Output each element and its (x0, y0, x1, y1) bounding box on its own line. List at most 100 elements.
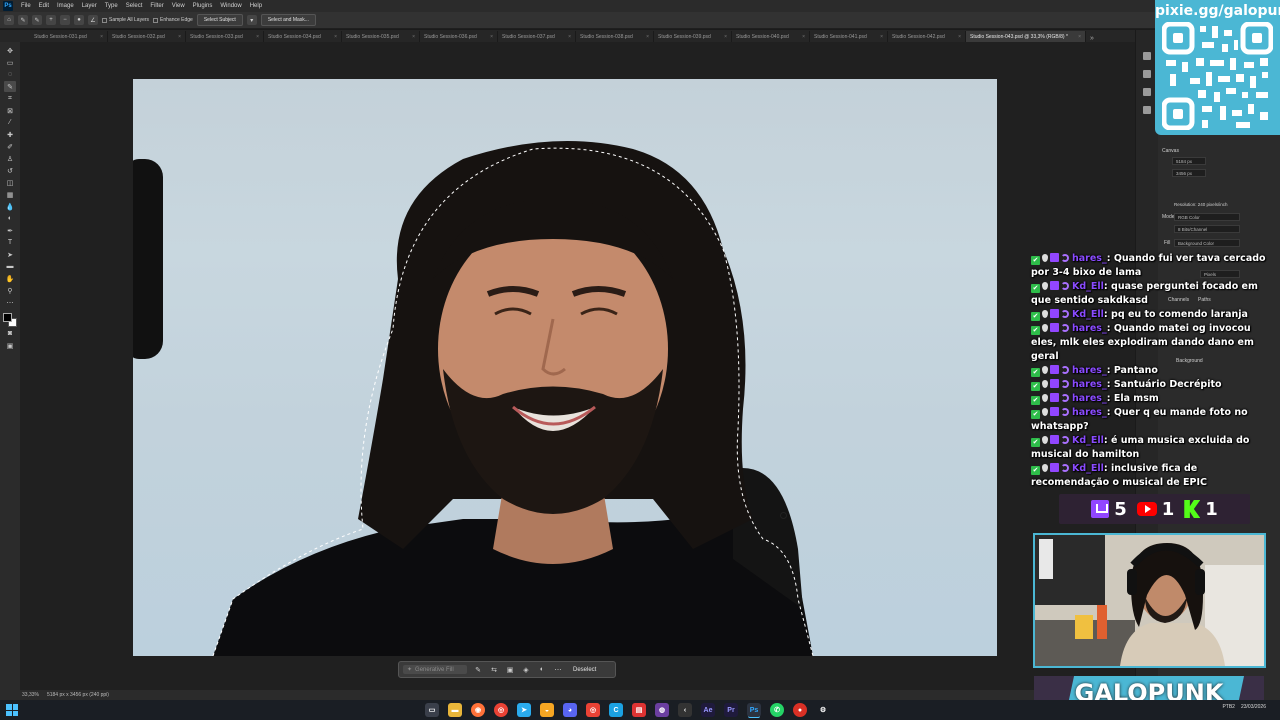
menu-select[interactable]: Select (122, 3, 147, 9)
invert-selection-icon[interactable]: ⇆ (489, 665, 499, 675)
eraser-tool-icon[interactable]: ◫ (4, 177, 16, 188)
close-icon[interactable]: × (334, 34, 337, 40)
menu-file[interactable]: File (17, 3, 35, 9)
blender-icon[interactable]: ◒ (540, 703, 554, 717)
color-panel-icon[interactable] (1143, 52, 1151, 60)
doc-tab[interactable]: Studio Session-036.psd × (420, 31, 498, 42)
canvas-height-field[interactable]: 3456 px (1172, 169, 1206, 177)
doc-tab[interactable]: Studio Session-038.psd × (576, 31, 654, 42)
screen-mode-icon[interactable]: ▣ (4, 340, 16, 351)
add-to-selection-icon[interactable]: + (46, 15, 56, 25)
eyedropper-tool-icon[interactable]: ⁄ (4, 117, 16, 128)
generative-fill-button[interactable]: ✦ Generative Fill (403, 665, 467, 674)
lasso-tool-icon[interactable]: ◌ (4, 69, 16, 80)
obs-icon[interactable]: ◍ (655, 703, 669, 717)
recorder-icon[interactable]: ● (793, 703, 807, 717)
zoom-level[interactable]: 33,33% (22, 692, 39, 698)
image-canvas[interactable] (133, 79, 997, 656)
create-mask-icon[interactable]: ▣ (505, 665, 515, 675)
doc-tab[interactable]: Studio Session-035.psd × (342, 31, 420, 42)
brush-tool-icon[interactable]: ✐ (4, 141, 16, 152)
discord-icon[interactable]: ◕ (563, 703, 577, 717)
capcut-icon[interactable]: C (609, 703, 623, 717)
close-icon[interactable]: × (412, 34, 415, 40)
close-icon[interactable]: × (880, 34, 883, 40)
shape-tool-icon[interactable]: ▬ (4, 261, 16, 272)
menu-window[interactable]: Window (216, 3, 245, 9)
menu-edit[interactable]: Edit (35, 3, 53, 9)
windows-start-icon[interactable] (6, 704, 18, 716)
whatsapp-icon[interactable]: ✆ (770, 703, 784, 717)
close-icon[interactable]: × (724, 34, 727, 40)
menu-layer[interactable]: Layer (78, 3, 101, 9)
adjustments-panel-icon[interactable] (1143, 106, 1151, 114)
close-icon[interactable]: × (568, 34, 571, 40)
fill-selection-icon[interactable]: ◈ (521, 665, 531, 675)
quick-selection-tool-icon[interactable]: ✎ (18, 15, 28, 25)
dodge-tool-icon[interactable]: ◐ (4, 213, 16, 224)
firefox-icon[interactable]: ◉ (471, 703, 485, 717)
menu-plugins[interactable]: Plugins (189, 3, 217, 9)
premiere-icon[interactable]: Pr (724, 703, 738, 717)
menu-help[interactable]: Help (246, 3, 266, 9)
doc-tab[interactable]: Studio Session-042.psd × (888, 31, 966, 42)
doc-tab[interactable]: Studio Session-033.psd × (186, 31, 264, 42)
task-view-icon[interactable]: ▭ (425, 703, 439, 717)
path-selection-icon[interactable]: ➤ (4, 249, 16, 260)
mode-select[interactable]: RGB Color (1174, 213, 1240, 221)
doc-tab[interactable]: Studio Session-032.psd × (108, 31, 186, 42)
gradient-tool-icon[interactable]: ▦ (4, 189, 16, 200)
close-icon[interactable]: × (256, 34, 259, 40)
capcut-tool-icon[interactable]: ‹ (678, 703, 692, 717)
modify-selection-icon[interactable]: ✎ (473, 665, 483, 675)
after-effects-icon[interactable]: Ae (701, 703, 715, 717)
close-icon[interactable]: × (1078, 34, 1081, 40)
subtract-from-selection-icon[interactable]: − (60, 15, 70, 25)
blur-tool-icon[interactable]: 💧 (4, 201, 16, 212)
marquee-tool-icon[interactable]: ▭ (4, 57, 16, 68)
bits-select[interactable]: 8 Bits/Channel (1174, 225, 1240, 233)
select-and-mask-button[interactable]: Select and Mask... (260, 14, 316, 26)
menu-image[interactable]: Image (53, 3, 78, 9)
doc-tab[interactable]: Studio Session-031.psd × (30, 31, 108, 42)
swatches-panel-icon[interactable] (1143, 70, 1151, 78)
close-icon[interactable]: × (100, 34, 103, 40)
settings-gear-icon[interactable]: ⚙ (816, 703, 830, 717)
enhance-edge-checkbox[interactable]: Enhance Edge (153, 17, 193, 23)
canvas-width-field[interactable]: 5184 px (1172, 157, 1206, 165)
quick-mask-icon[interactable]: ◙ (4, 328, 16, 339)
close-icon[interactable]: × (646, 34, 649, 40)
brush-angle-icon[interactable]: ∠ (88, 15, 98, 25)
doc-tab[interactable]: Studio Session-039.psd × (654, 31, 732, 42)
clone-stamp-icon[interactable]: ♙ (4, 153, 16, 164)
zoom-tool-icon[interactable]: ⚲ (4, 285, 16, 296)
new-selection-icon[interactable]: ✎ (32, 15, 42, 25)
photoshop-taskbar-icon[interactable]: Ps (747, 703, 761, 717)
doc-tab[interactable]: Studio Session-040.psd × (732, 31, 810, 42)
tabs-overflow-icon[interactable]: » (1086, 35, 1098, 42)
crop-tool-icon[interactable]: ⌗ (4, 93, 16, 104)
media-icon[interactable]: ▤ (632, 703, 646, 717)
quick-selection-tool-icon[interactable]: ✎ (4, 81, 16, 92)
chrome-icon[interactable]: ◎ (494, 703, 508, 717)
telegram-icon[interactable]: ➤ (517, 703, 531, 717)
deselect-button[interactable]: Deselect (573, 667, 596, 673)
chevron-down-icon[interactable]: ▾ (246, 15, 257, 25)
chrome-alt-icon[interactable]: ◎ (586, 703, 600, 717)
more-tools-icon[interactable]: ⋯ (4, 297, 16, 308)
move-tool-icon[interactable]: ✥ (4, 45, 16, 56)
sample-all-layers-checkbox[interactable]: Sample All Layers (102, 17, 149, 23)
doc-tab[interactable]: Studio Session-034.psd × (264, 31, 342, 42)
select-subject-button[interactable]: Select Subject (196, 14, 243, 26)
foreground-color-swatch[interactable] (3, 313, 12, 322)
frame-tool-icon[interactable]: ⊠ (4, 105, 16, 116)
fill-select[interactable]: Background Color (1174, 239, 1240, 247)
history-brush-icon[interactable]: ↺ (4, 165, 16, 176)
healing-brush-icon[interactable]: ✚ (4, 129, 16, 140)
file-explorer-icon[interactable]: ▬ (448, 703, 462, 717)
system-date[interactable]: 23/03/2026 (1241, 704, 1266, 710)
doc-tab-active[interactable]: Studio Session-043.psd @ 33,3% (RGB/8) *… (966, 31, 1086, 42)
properties-panel-icon[interactable] (1143, 88, 1151, 96)
language-indicator[interactable]: PTB2 (1222, 704, 1235, 710)
hand-tool-icon[interactable]: ✋ (4, 273, 16, 284)
